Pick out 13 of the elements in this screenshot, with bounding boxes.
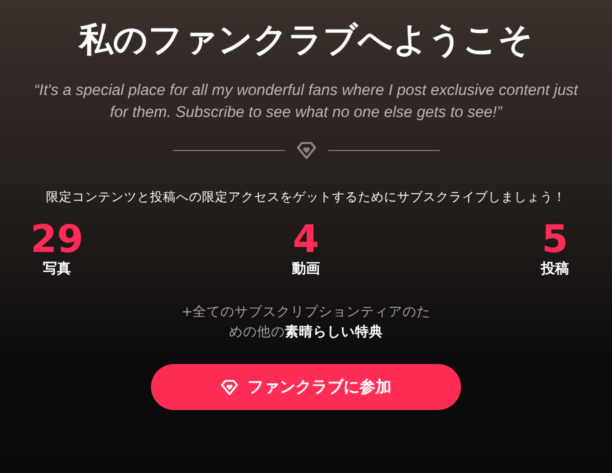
join-button[interactable]: ファンクラブに参加 — [151, 364, 461, 410]
page-title: 私のファンクラブへようこそ — [79, 19, 533, 62]
intro-text: 限定コンテンツと投稿への限定アクセスをゲットするためにサブスクライブしましょう！ — [46, 189, 566, 206]
stat-count: 4 — [292, 218, 320, 260]
gem-heart-icon — [296, 142, 316, 159]
stat-count: 5 — [542, 218, 568, 260]
stat-label: 写真 — [43, 260, 71, 278]
stat-count: 29 — [30, 218, 84, 260]
stat-label: 動画 — [292, 260, 320, 278]
stat-label: 投稿 — [541, 260, 569, 278]
gem-heart-icon — [220, 380, 238, 394]
quote-text: “It's a special place for all my wonderful fans where I post exclusive content just for them. Subscribe to see what no one else gets to see!” — [33, 81, 580, 123]
perks-text: +全てのサブスクリプションティアのための他の素晴らしい特典 — [180, 303, 432, 342]
